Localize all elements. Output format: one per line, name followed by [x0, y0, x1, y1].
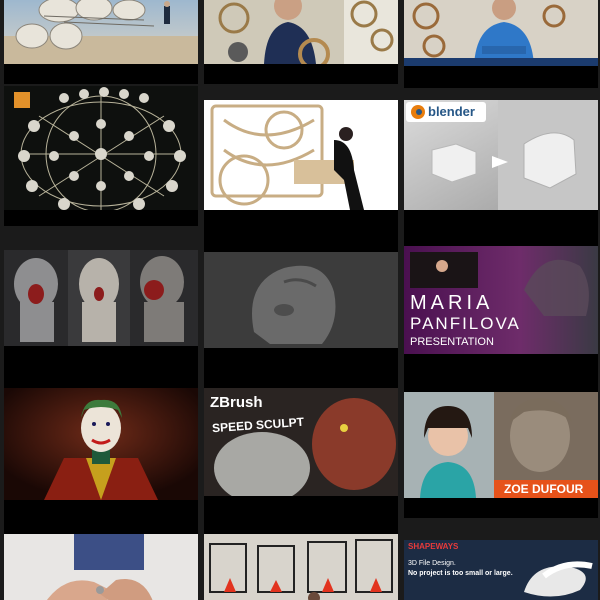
shapeways-headline-1: 3D File Design. — [408, 560, 456, 567]
grid-column-3: blender MARIA PANFILOVA PRESENTATION ZOE… — [404, 0, 598, 600]
video-card-joker-portrait[interactable] — [4, 388, 198, 534]
presentation-subtitle: PRESENTATION — [410, 336, 494, 348]
thumbnail-marble-machine[interactable] — [204, 100, 398, 210]
video-card-maria-panfilova[interactable]: MARIA PANFILOVA PRESENTATION — [404, 246, 598, 392]
thumbnail-grid: ZBrush SPEED SCULPT blender MARIA PANFIL… — [0, 0, 600, 600]
thumbnail-blender-tutorial[interactable]: blender — [404, 100, 598, 210]
thumbnail-gray-helmet[interactable] — [204, 252, 398, 348]
grid-column-2: ZBrush SPEED SCULPT — [204, 0, 398, 600]
video-card-gray-helmet[interactable] — [204, 252, 398, 388]
video-card-3d-printers[interactable] — [204, 534, 398, 600]
presentation-title-line1: MARIA — [410, 292, 494, 314]
thumbnail-zbrush-speed-sculpt[interactable]: ZBrush SPEED SCULPT — [204, 388, 398, 496]
zoe-dufour-name-tag: ZOE DUFOUR — [494, 480, 598, 498]
video-card-blender-tutorial[interactable]: blender — [404, 100, 598, 246]
thumbnail-man-arms-crossed[interactable] — [404, 0, 598, 66]
blender-brand-text: blender — [428, 104, 475, 119]
video-card-marble-machine[interactable] — [204, 100, 398, 252]
video-card-hands-crafting[interactable] — [4, 534, 198, 600]
thumbnail-shapeways[interactable]: SHAPEWAYS 3D File Design. No project is … — [404, 540, 598, 600]
presentation-title-line2: PANFILOVA — [410, 314, 521, 333]
shapeways-headline-2: No project is too small or large. — [408, 570, 513, 577]
thumbnail-strandbeest[interactable] — [4, 0, 198, 64]
thumbnail-woodworker-gears[interactable] — [204, 0, 398, 64]
shapeways-brand-text: SHAPEWAYS — [408, 542, 459, 551]
video-card-zbrush-speed-sculpt[interactable]: ZBrush SPEED SCULPT — [204, 388, 398, 534]
thumbnail-joker-portrait[interactable] — [4, 388, 198, 500]
thumbnail-helmet-heads[interactable] — [4, 250, 198, 346]
video-card-shapeways[interactable]: SHAPEWAYS 3D File Design. No project is … — [404, 540, 598, 600]
video-card-man-arms-crossed[interactable] — [404, 0, 598, 88]
thumbnail-maria-panfilova[interactable]: MARIA PANFILOVA PRESENTATION — [404, 246, 598, 354]
grid-column-1 — [4, 0, 198, 600]
thumbnail-3d-printers[interactable] — [204, 534, 398, 600]
video-card-sphere-sculpture[interactable] — [4, 86, 198, 226]
zbrush-brand-text: ZBrush — [210, 394, 263, 411]
thumbnail-hands-crafting[interactable] — [4, 534, 198, 600]
thumbnail-zoe-dufour[interactable]: ZOE DUFOUR — [404, 392, 598, 498]
video-card-strandbeest[interactable] — [4, 0, 198, 84]
video-card-woodworker-gears[interactable] — [204, 0, 398, 84]
video-card-zoe-dufour[interactable]: ZOE DUFOUR — [404, 392, 598, 518]
video-card-helmet-heads[interactable] — [4, 250, 198, 388]
thumbnail-sphere-sculpture[interactable] — [4, 86, 198, 210]
